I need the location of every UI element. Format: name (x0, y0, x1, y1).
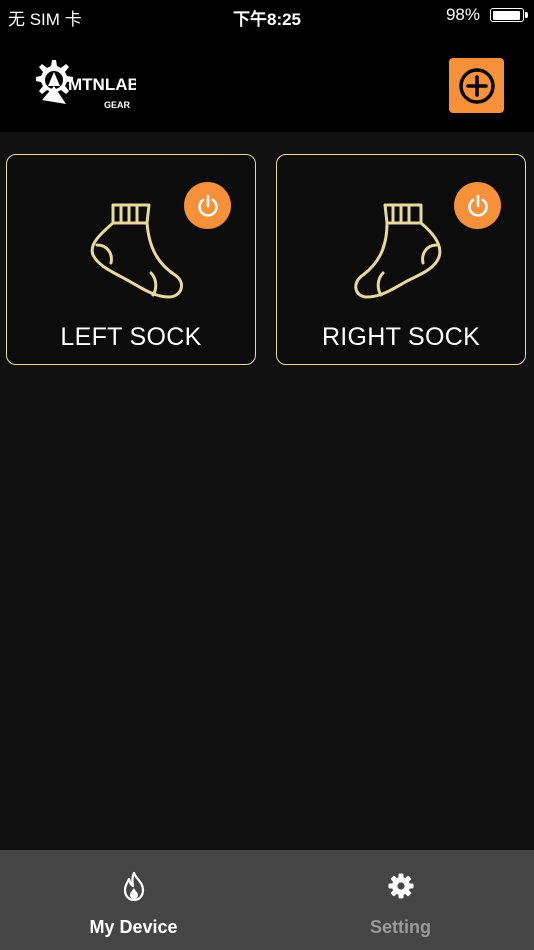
right-sock-icon (354, 203, 442, 299)
left-sock-card[interactable]: LEFT SOCK (6, 154, 256, 365)
battery-percentage: 98% (445, 5, 480, 24)
tab-my-device[interactable]: My Device (0, 850, 267, 950)
right-sock-power-button[interactable] (454, 182, 501, 229)
power-icon (467, 194, 488, 217)
left-sock-icon (90, 203, 184, 299)
tab-setting[interactable]: Setting (267, 850, 534, 950)
header: MTNLAB GEAR (0, 30, 534, 132)
svg-text:GEAR: GEAR (104, 100, 131, 110)
svg-text:MTNLAB: MTNLAB (68, 75, 136, 94)
mtnlab-logo: MTNLAB GEAR (35, 56, 140, 116)
right-sock-label: RIGHT SOCK (321, 323, 481, 351)
battery-icon (490, 8, 528, 22)
gear-icon (388, 873, 413, 899)
tab-bar: My Device Setting (0, 850, 534, 950)
flame-icon (123, 871, 144, 902)
left-sock-label: LEFT SOCK (60, 323, 202, 351)
add-device-button[interactable] (449, 58, 504, 113)
right-sock-card[interactable]: RIGHT SOCK (276, 154, 526, 365)
status-bar: 无 SIM 卡 下午8:25 98% (0, 0, 534, 30)
plus-circle-icon (458, 67, 495, 104)
power-icon (197, 194, 218, 217)
mtnlab-gear-logo-icon: MTNLAB GEAR (35, 60, 140, 110)
tab-setting-label: Setting (370, 917, 431, 937)
left-sock-power-button[interactable] (184, 182, 231, 229)
tab-my-device-label: My Device (89, 917, 178, 937)
